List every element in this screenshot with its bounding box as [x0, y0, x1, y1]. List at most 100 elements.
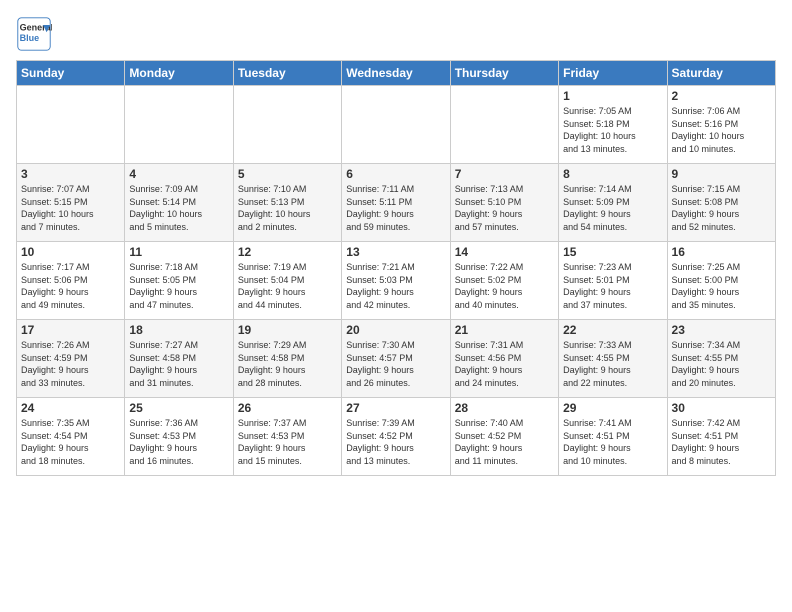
calendar-cell: 2 Sunrise: 7:06 AM Sunset: 5:16 PM Daylig… — [667, 86, 775, 164]
day-number: 18 — [129, 323, 228, 337]
day-number: 17 — [21, 323, 120, 337]
week-row-3: 17 Sunrise: 7:26 AM Sunset: 4:59 PM Dayli… — [17, 320, 776, 398]
calendar-cell: 20 Sunrise: 7:30 AM Sunset: 4:57 PM Dayli… — [342, 320, 450, 398]
calendar-cell: 12 Sunrise: 7:19 AM Sunset: 5:04 PM Dayli… — [233, 242, 341, 320]
day-number: 27 — [346, 401, 445, 415]
day-info: Sunrise: 7:41 AM Sunset: 4:51 PM Dayligh… — [563, 417, 662, 467]
day-info: Sunrise: 7:10 AM Sunset: 5:13 PM Dayligh… — [238, 183, 337, 233]
day-info: Sunrise: 7:29 AM Sunset: 4:58 PM Dayligh… — [238, 339, 337, 389]
calendar-cell: 17 Sunrise: 7:26 AM Sunset: 4:59 PM Dayli… — [17, 320, 125, 398]
calendar-cell — [233, 86, 341, 164]
calendar-header: SundayMondayTuesdayWednesdayThursdayFrid… — [17, 61, 776, 86]
calendar-cell: 7 Sunrise: 7:13 AM Sunset: 5:10 PM Daylig… — [450, 164, 558, 242]
calendar-cell: 13Sunrise: 7:21 AM Sunset: 5:03 PM Dayli… — [342, 242, 450, 320]
day-number: 22 — [563, 323, 662, 337]
calendar-cell — [17, 86, 125, 164]
day-info: Sunrise: 7:34 AM Sunset: 4:55 PM Dayligh… — [672, 339, 771, 389]
day-info: Sunrise: 7:30 AM Sunset: 4:57 PM Dayligh… — [346, 339, 445, 389]
weekday-tuesday: Tuesday — [233, 61, 341, 86]
calendar-cell: 22 Sunrise: 7:33 AM Sunset: 4:55 PM Dayli… — [559, 320, 667, 398]
day-info: Sunrise: 7:26 AM Sunset: 4:59 PM Dayligh… — [21, 339, 120, 389]
day-number: 25 — [129, 401, 228, 415]
logo-icon: General Blue — [16, 16, 52, 52]
week-row-0: 1 Sunrise: 7:05 AM Sunset: 5:18 PM Daylig… — [17, 86, 776, 164]
day-number: 14 — [455, 245, 554, 259]
calendar-cell: 19 Sunrise: 7:29 AM Sunset: 4:58 PM Dayli… — [233, 320, 341, 398]
calendar-cell: 16 Sunrise: 7:25 AM Sunset: 5:00 PM Dayli… — [667, 242, 775, 320]
calendar-cell: 25 Sunrise: 7:36 AM Sunset: 4:53 PM Dayli… — [125, 398, 233, 476]
day-info: Sunrise: 7:33 AM Sunset: 4:55 PM Dayligh… — [563, 339, 662, 389]
day-number: 4 — [129, 167, 228, 181]
weekday-wednesday: Wednesday — [342, 61, 450, 86]
calendar-table: SundayMondayTuesdayWednesdayThursdayFrid… — [16, 60, 776, 476]
day-number: 20 — [346, 323, 445, 337]
day-number: 16 — [672, 245, 771, 259]
day-info: Sunrise: 7:11 AM Sunset: 5:11 PM Dayligh… — [346, 183, 445, 233]
day-number: 29 — [563, 401, 662, 415]
day-info: Sunrise: 7:17 AM Sunset: 5:06 PM Dayligh… — [21, 261, 120, 311]
day-info: Sunrise: 7:37 AM Sunset: 4:53 PM Dayligh… — [238, 417, 337, 467]
day-info: Sunrise: 7:36 AM Sunset: 4:53 PM Dayligh… — [129, 417, 228, 467]
day-number: 30 — [672, 401, 771, 415]
day-number: 12 — [238, 245, 337, 259]
weekday-saturday: Saturday — [667, 61, 775, 86]
day-info: Sunrise: 7:39 AM Sunset: 4:52 PM Dayligh… — [346, 417, 445, 467]
day-number: 26 — [238, 401, 337, 415]
day-number: 19 — [238, 323, 337, 337]
calendar-cell: 21Sunrise: 7:31 AM Sunset: 4:56 PM Dayli… — [450, 320, 558, 398]
day-number: 8 — [563, 167, 662, 181]
day-info: Sunrise: 7:13 AM Sunset: 5:10 PM Dayligh… — [455, 183, 554, 233]
day-number: 28 — [455, 401, 554, 415]
calendar-cell: 3Sunrise: 7:07 AM Sunset: 5:15 PM Daylig… — [17, 164, 125, 242]
calendar-cell: 9 Sunrise: 7:15 AM Sunset: 5:08 PM Daylig… — [667, 164, 775, 242]
week-row-2: 10Sunrise: 7:17 AM Sunset: 5:06 PM Dayli… — [17, 242, 776, 320]
calendar-cell — [342, 86, 450, 164]
day-info: Sunrise: 7:25 AM Sunset: 5:00 PM Dayligh… — [672, 261, 771, 311]
logo: General Blue — [16, 16, 52, 52]
day-number: 15 — [563, 245, 662, 259]
day-info: Sunrise: 7:19 AM Sunset: 5:04 PM Dayligh… — [238, 261, 337, 311]
day-number: 23 — [672, 323, 771, 337]
calendar-cell: 23 Sunrise: 7:34 AM Sunset: 4:55 PM Dayli… — [667, 320, 775, 398]
week-row-4: 24Sunrise: 7:35 AM Sunset: 4:54 PM Dayli… — [17, 398, 776, 476]
calendar-cell: 1 Sunrise: 7:05 AM Sunset: 5:18 PM Daylig… — [559, 86, 667, 164]
calendar-cell: 5 Sunrise: 7:10 AM Sunset: 5:13 PM Daylig… — [233, 164, 341, 242]
day-number: 7 — [455, 167, 554, 181]
day-info: Sunrise: 7:06 AM Sunset: 5:16 PM Dayligh… — [672, 105, 771, 155]
day-info: Sunrise: 7:14 AM Sunset: 5:09 PM Dayligh… — [563, 183, 662, 233]
calendar-cell: 29 Sunrise: 7:41 AM Sunset: 4:51 PM Dayli… — [559, 398, 667, 476]
weekday-sunday: Sunday — [17, 61, 125, 86]
day-number: 5 — [238, 167, 337, 181]
week-row-1: 3Sunrise: 7:07 AM Sunset: 5:15 PM Daylig… — [17, 164, 776, 242]
day-info: Sunrise: 7:21 AM Sunset: 5:03 PM Dayligh… — [346, 261, 445, 311]
day-info: Sunrise: 7:40 AM Sunset: 4:52 PM Dayligh… — [455, 417, 554, 467]
day-number: 2 — [672, 89, 771, 103]
day-info: Sunrise: 7:05 AM Sunset: 5:18 PM Dayligh… — [563, 105, 662, 155]
day-number: 21 — [455, 323, 554, 337]
calendar-cell — [125, 86, 233, 164]
day-info: Sunrise: 7:27 AM Sunset: 4:58 PM Dayligh… — [129, 339, 228, 389]
calendar-cell: 8 Sunrise: 7:14 AM Sunset: 5:09 PM Daylig… — [559, 164, 667, 242]
calendar-cell: 10Sunrise: 7:17 AM Sunset: 5:06 PM Dayli… — [17, 242, 125, 320]
day-info: Sunrise: 7:18 AM Sunset: 5:05 PM Dayligh… — [129, 261, 228, 311]
day-info: Sunrise: 7:35 AM Sunset: 4:54 PM Dayligh… — [21, 417, 120, 467]
calendar-cell: 27 Sunrise: 7:39 AM Sunset: 4:52 PM Dayli… — [342, 398, 450, 476]
day-info: Sunrise: 7:15 AM Sunset: 5:08 PM Dayligh… — [672, 183, 771, 233]
day-number: 3 — [21, 167, 120, 181]
calendar-cell: 6 Sunrise: 7:11 AM Sunset: 5:11 PM Daylig… — [342, 164, 450, 242]
calendar-cell: 30 Sunrise: 7:42 AM Sunset: 4:51 PM Dayli… — [667, 398, 775, 476]
calendar-cell: 24Sunrise: 7:35 AM Sunset: 4:54 PM Dayli… — [17, 398, 125, 476]
day-number: 6 — [346, 167, 445, 181]
day-number: 1 — [563, 89, 662, 103]
day-info: Sunrise: 7:23 AM Sunset: 5:01 PM Dayligh… — [563, 261, 662, 311]
weekday-friday: Friday — [559, 61, 667, 86]
calendar-cell: 11 Sunrise: 7:18 AM Sunset: 5:05 PM Dayli… — [125, 242, 233, 320]
calendar-cell: 4 Sunrise: 7:09 AM Sunset: 5:14 PM Daylig… — [125, 164, 233, 242]
weekday-row: SundayMondayTuesdayWednesdayThursdayFrid… — [17, 61, 776, 86]
weekday-monday: Monday — [125, 61, 233, 86]
calendar-cell: 26 Sunrise: 7:37 AM Sunset: 4:53 PM Dayli… — [233, 398, 341, 476]
day-number: 11 — [129, 245, 228, 259]
day-info: Sunrise: 7:09 AM Sunset: 5:14 PM Dayligh… — [129, 183, 228, 233]
day-number: 9 — [672, 167, 771, 181]
day-info: Sunrise: 7:42 AM Sunset: 4:51 PM Dayligh… — [672, 417, 771, 467]
